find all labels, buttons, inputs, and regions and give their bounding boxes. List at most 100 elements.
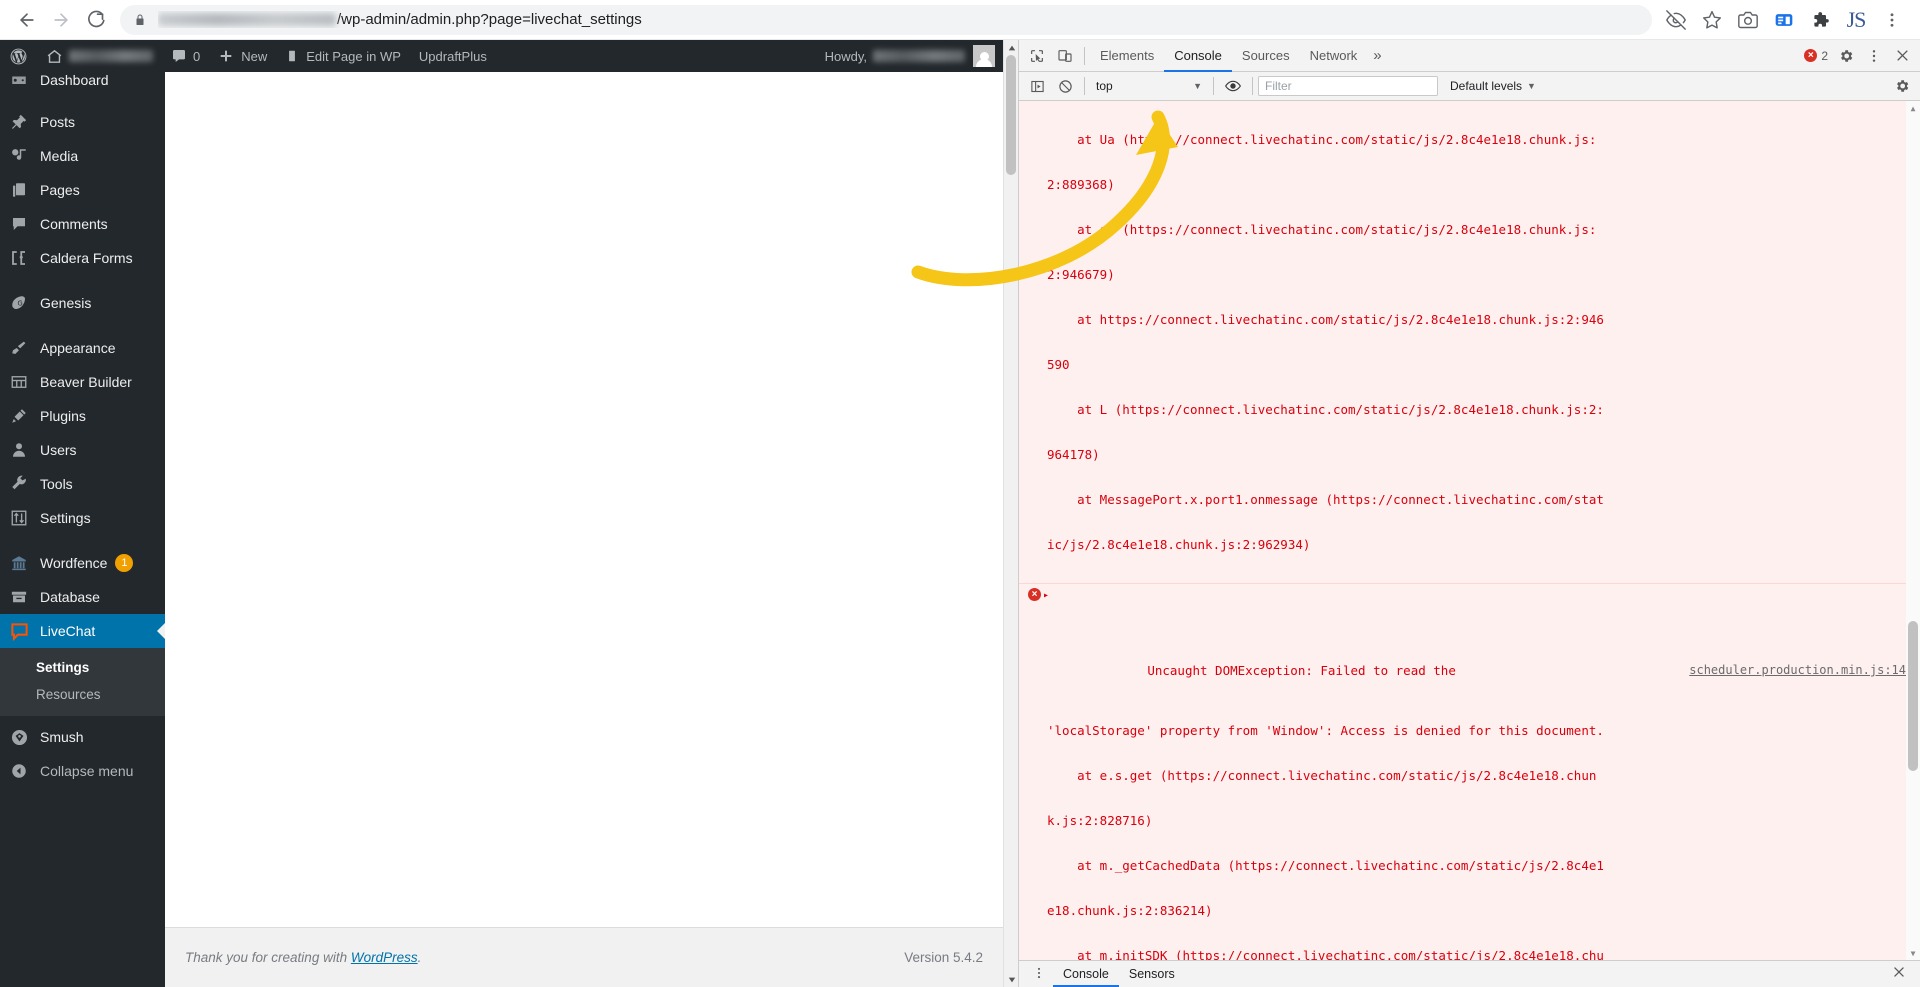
scroll-down-arrow[interactable] [1004,972,1019,987]
close-devtools-icon[interactable] [1888,43,1916,69]
site-name-menu[interactable] [37,40,162,72]
console-vertical-scrollbar[interactable]: ▲ ▼ [1906,101,1920,960]
new-content-menu[interactable]: New [209,40,276,72]
console-sidebar-toggle-icon[interactable] [1023,73,1051,99]
wordpress-viewport: 0 New Edit Page in WP UpdraftPlus Howdy, [0,40,1003,987]
filterbar-separator-1 [1084,77,1085,95]
footer-version: Version 5.4.2 [904,950,983,965]
tab-sources[interactable]: Sources [1232,40,1300,72]
console-settings-gear-icon[interactable] [1888,73,1916,99]
reload-button[interactable] [78,3,112,37]
tab-elements[interactable]: Elements [1090,40,1164,72]
wordpress-link[interactable]: WordPress [351,950,418,965]
drawer-kebab-icon[interactable] [1025,966,1053,983]
brush-icon [10,339,40,357]
wp-logo-menu[interactable] [0,40,37,72]
console-messages-area[interactable]: at Ua (https://connect.livechatinc.com/s… [1019,101,1920,960]
stack-line: at https://connect.livechatinc.com/stati… [1047,312,1604,327]
sidebar-item-livechat[interactable]: LiveChat [0,614,165,648]
console-scroll-up-arrow[interactable]: ▲ [1906,101,1920,115]
menu-separator-1 [0,94,165,105]
lock-icon [134,13,146,27]
profile-avatar[interactable]: JS [1838,3,1874,37]
sidebar-item-pages[interactable]: Pages [0,173,165,207]
hide-password-icon[interactable] [1658,3,1694,37]
wp-settings-page-body [165,72,1003,987]
wrench-icon [10,475,40,493]
expand-triangle-icon[interactable]: ▸ [1043,588,1049,603]
filterbar-separator-2 [1213,77,1214,95]
sidebar-item-beaver-builder[interactable]: Beaver Builder [0,365,165,399]
back-button[interactable] [10,3,44,37]
new-label: New [241,48,268,64]
tab-console[interactable]: Console [1164,40,1232,72]
chrome-menu-kebab-icon[interactable] [1874,3,1910,37]
console-filter-input[interactable] [1258,76,1438,96]
sidebar-item-genesis[interactable]: G Genesis [0,286,165,320]
error-count-badge[interactable]: × 2 [1804,49,1828,63]
sidebar-item-smush[interactable]: Smush [0,720,165,754]
sidebar-item-tools[interactable]: Tools [0,467,165,501]
scroll-up-arrow[interactable] [1004,40,1019,55]
sidebar-item-database[interactable]: Database [0,580,165,614]
address-bar[interactable]: /wp-admin/admin.php?page=livechat_settin… [120,4,1652,35]
devtools-kebab-icon[interactable] [1860,43,1888,69]
profile-initials: JS [1846,6,1867,32]
menu-separator-4 [0,535,165,546]
sidebar-item-comments[interactable]: Comments [0,207,165,241]
bookmark-star-icon[interactable] [1694,3,1730,37]
footer-thanks-prefix: Thank you for creating with [185,950,351,965]
sliders-icon [10,509,40,527]
comments-bubble[interactable]: 0 [162,40,209,72]
drawer-tab-console[interactable]: Console [1053,961,1119,987]
execution-context-selector[interactable]: top ▼ [1090,76,1208,97]
sidebar-item-posts[interactable]: Posts [0,105,165,139]
user-icon [10,441,40,459]
sidebar-item-caldera-forms[interactable]: Caldera Forms [0,241,165,275]
submenu-item-resources[interactable]: Resources [0,681,165,708]
tab-network[interactable]: Network [1300,40,1368,72]
updraftplus-menu[interactable]: UpdraftPlus [410,40,496,72]
page-vertical-scrollbar[interactable] [1003,40,1018,987]
console-stack-continuation[interactable]: at Ua (https://connect.livechatinc.com/s… [1019,101,1920,584]
drawer-close-icon[interactable] [1884,965,1914,984]
toggle-device-toolbar-icon[interactable] [1051,43,1079,69]
submenu-item-settings[interactable]: Settings [0,654,165,681]
clear-console-icon[interactable] [1051,73,1079,99]
more-tabs-icon[interactable]: » [1367,47,1387,64]
sidebar-item-collapse-menu[interactable]: Collapse menu [0,754,165,788]
console-scroll-down-arrow[interactable]: ▼ [1906,946,1920,960]
live-expression-eye-icon[interactable] [1219,73,1247,99]
error-dot-icon: × [1804,49,1818,62]
sidebar-label-dashboard: Dashboard [40,72,109,88]
sidebar-item-plugins[interactable]: Plugins [0,399,165,433]
forward-button[interactable] [44,3,78,37]
error-source-link[interactable]: scheduler.production.min.js:14 [1689,663,1906,678]
edit-page-label: Edit Page in WP [306,48,401,64]
reading-list-icon[interactable] [1766,3,1802,37]
stack-line: at m._getCachedData (https://connect.liv… [1047,858,1604,873]
edit-page-in-wp[interactable]: Edit Page in WP [276,40,410,72]
stack-line: at gl (https://connect.livechatinc.com/s… [1047,222,1597,237]
sidebar-item-dashboard[interactable]: Dashboard [0,72,165,94]
drawer-tab-sensors[interactable]: Sensors [1119,961,1185,987]
log-levels-selector[interactable]: Default levels ▼ [1444,79,1542,93]
sidebar-label-livechat: LiveChat [40,623,96,639]
console-error-message[interactable]: × ▸ scheduler.production.min.js:14 Uncaug… [1019,584,1920,960]
screenshot-camera-icon[interactable] [1730,3,1766,37]
extensions-puzzle-icon[interactable] [1802,3,1838,37]
sidebar-label-settings: Settings [40,510,91,526]
sidebar-item-appearance[interactable]: Appearance [0,331,165,365]
sidebar-item-settings[interactable]: Settings [0,501,165,535]
scrollbar-thumb[interactable] [1006,55,1016,175]
sidebar-item-users[interactable]: Users [0,433,165,467]
console-scrollbar-thumb[interactable] [1908,621,1918,771]
sidebar-item-media[interactable]: Media [0,139,165,173]
inspect-element-icon[interactable] [1023,43,1051,69]
devtools-settings-gear-icon[interactable] [1832,43,1860,69]
sidebar-item-wordfence[interactable]: Wordfence 1 [0,546,165,580]
browser-actions: JS [1658,3,1910,37]
pages-icon [10,181,40,199]
howdy-account-menu[interactable]: Howdy, [825,45,1003,67]
sidebar-label-users: Users [40,442,77,458]
